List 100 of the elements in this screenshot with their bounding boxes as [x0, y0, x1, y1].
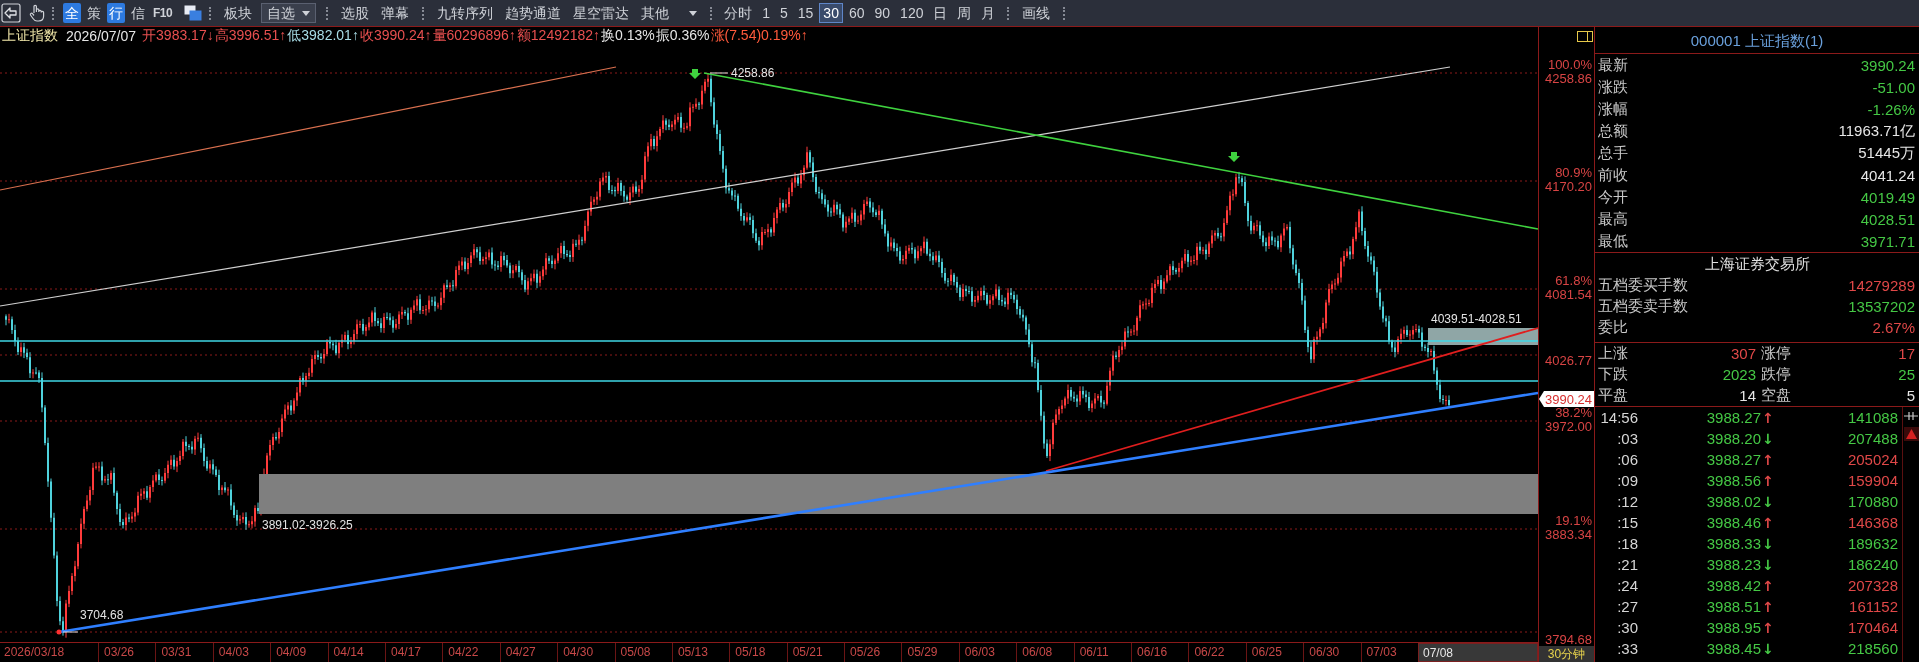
period-tab[interactable]: 日: [929, 3, 952, 23]
price-level-label: 4081.54: [1545, 287, 1592, 302]
quote-value: 3990.24: [1860, 56, 1915, 74]
caret-icon: [689, 10, 698, 16]
date-label: 03/26: [98, 643, 156, 662]
down-arrow-icon: [689, 69, 701, 79]
toolbar-button[interactable]: 弹幕: [378, 3, 413, 23]
tick-arrow: ↑: [1762, 619, 1774, 636]
date-label: 06/22: [1188, 643, 1246, 662]
order-value: 2.67%: [1872, 319, 1915, 336]
toolbar-toggle[interactable]: 行: [107, 3, 125, 23]
toolbar-button[interactable]: 画线: [1019, 3, 1054, 23]
date-label: 2026/03/18: [3, 644, 66, 661]
tick-price: 3988.46: [1705, 514, 1761, 531]
quote-label: 最高: [1598, 209, 1628, 229]
period-tab[interactable]: 90: [870, 3, 895, 23]
tick-volume: 205024: [1846, 451, 1899, 468]
toolbar-toggle[interactable]: 全: [63, 3, 81, 23]
order-label: 五档委买手数: [1598, 276, 1688, 295]
quote-field: 换0.13%: [601, 27, 655, 45]
security-title: 000001 上证指数(1): [1595, 27, 1919, 54]
low-price-label: 3704.68: [80, 608, 124, 622]
tick-volume: 146368: [1846, 514, 1899, 531]
quote-value: 4028.51: [1860, 210, 1915, 228]
hand-pointer-icon[interactable]: [29, 4, 45, 22]
quote-value: 3971.71: [1860, 232, 1915, 250]
quote-value: 4019.49: [1860, 188, 1915, 206]
quote-value: 11963.71亿: [1838, 121, 1915, 141]
date-label: 06/16: [1131, 643, 1189, 662]
period-tab[interactable]: 5: [776, 3, 792, 23]
back-icon[interactable]: [1, 3, 21, 23]
quote-value: -51.00: [1872, 78, 1915, 96]
period-tab[interactable]: 月: [977, 3, 1000, 23]
price-range-label: 4039.51-4028.51: [1431, 312, 1522, 326]
quote-field: 额12492182↑: [516, 27, 601, 45]
tick-time: :15: [1616, 514, 1638, 531]
exchange-title: 上海证券交易所: [1703, 254, 1811, 274]
date-label: 06/03: [958, 643, 1017, 662]
fibonacci-percent-label: 61.8%: [1555, 273, 1592, 288]
toolbar-button[interactable]: 九转序列: [434, 3, 497, 23]
date-label: 04/03: [212, 643, 271, 662]
toolbar-button[interactable]: 板块: [221, 3, 256, 23]
quote-value: 4041.24: [1860, 166, 1915, 184]
toolbar-button[interactable]: 趋势通道: [502, 3, 565, 23]
date-label: 05/29: [901, 643, 959, 662]
date-label: 03/31: [155, 643, 213, 662]
limit-count: 25: [1897, 366, 1915, 383]
toolbar-toggle[interactable]: 信: [129, 3, 147, 23]
tick-volume: 218560: [1846, 640, 1899, 657]
price-level-label: 3883.34: [1545, 527, 1592, 542]
price-level-label: 4026.77: [1545, 353, 1592, 368]
price-level-label: 3972.00: [1545, 419, 1592, 434]
tick-arrow: ↓: [1762, 640, 1774, 657]
period-tab[interactable]: 分时: [720, 3, 757, 23]
current-price-tag: 3990.24: [1539, 391, 1594, 407]
tick-time: :33: [1616, 640, 1638, 657]
date-label: 07/03: [1360, 643, 1418, 662]
overlapping-squares-icon[interactable]: [184, 5, 203, 21]
tick-price: 3988.45: [1705, 640, 1761, 657]
toolbar-button[interactable]: 星空雷达: [570, 3, 633, 23]
price-range-label: 3891.02-3926.25: [262, 518, 353, 532]
tick-price: 3988.51: [1705, 598, 1761, 615]
period-tab[interactable]: 周: [953, 3, 976, 23]
tick-price: 3988.27: [1705, 409, 1761, 426]
low-point-marker-icon: [56, 629, 62, 635]
order-value: 13537202: [1848, 298, 1915, 315]
tick-volume: 207488: [1846, 430, 1899, 447]
tick-volume: 189632: [1846, 535, 1899, 552]
panel-layout-icon[interactable]: [1577, 30, 1593, 42]
tick-time: :27: [1616, 598, 1638, 615]
period-tab[interactable]: 30: [819, 3, 843, 23]
tick-time: :24: [1616, 577, 1638, 594]
period-tab[interactable]: 1: [758, 3, 774, 23]
tick-price: 3988.27: [1705, 451, 1761, 468]
date-label: 06/25: [1245, 643, 1304, 662]
limit-label: 空盘: [1761, 386, 1791, 405]
bracket-icon[interactable]: [1904, 411, 1918, 421]
price-level-label: 4170.20: [1545, 179, 1592, 194]
toolbar-toggle[interactable]: 策: [85, 3, 103, 23]
period-tab[interactable]: 60: [844, 3, 869, 23]
quote-value: 51445万: [1858, 143, 1915, 163]
toolbar-toggle[interactable]: F10: [151, 3, 175, 23]
menu-button[interactable]: 其他: [638, 3, 701, 23]
watchlist-dropdown[interactable]: 自选: [261, 3, 317, 23]
breadth-count: 2023: [1721, 366, 1756, 383]
up-triangle-icon[interactable]: [1903, 427, 1919, 441]
period-tab[interactable]: 120: [896, 3, 928, 23]
down-arrow-icon: [1228, 152, 1240, 162]
tick-time: :03: [1616, 430, 1638, 447]
toolbar-button[interactable]: 选股: [338, 3, 373, 23]
tick-time: :30: [1616, 619, 1638, 636]
quote-value: -1.26%: [1867, 100, 1915, 118]
tick-time: :09: [1616, 472, 1638, 489]
period-tab[interactable]: 15: [793, 3, 818, 23]
limit-count: 5: [1905, 387, 1915, 404]
tick-volume: 170464: [1846, 619, 1899, 636]
quote-label: 总额: [1598, 121, 1628, 141]
tick-price: 3988.23: [1705, 556, 1761, 573]
tick-price: 3988.42: [1705, 577, 1761, 594]
leader-line: [62, 631, 79, 633]
